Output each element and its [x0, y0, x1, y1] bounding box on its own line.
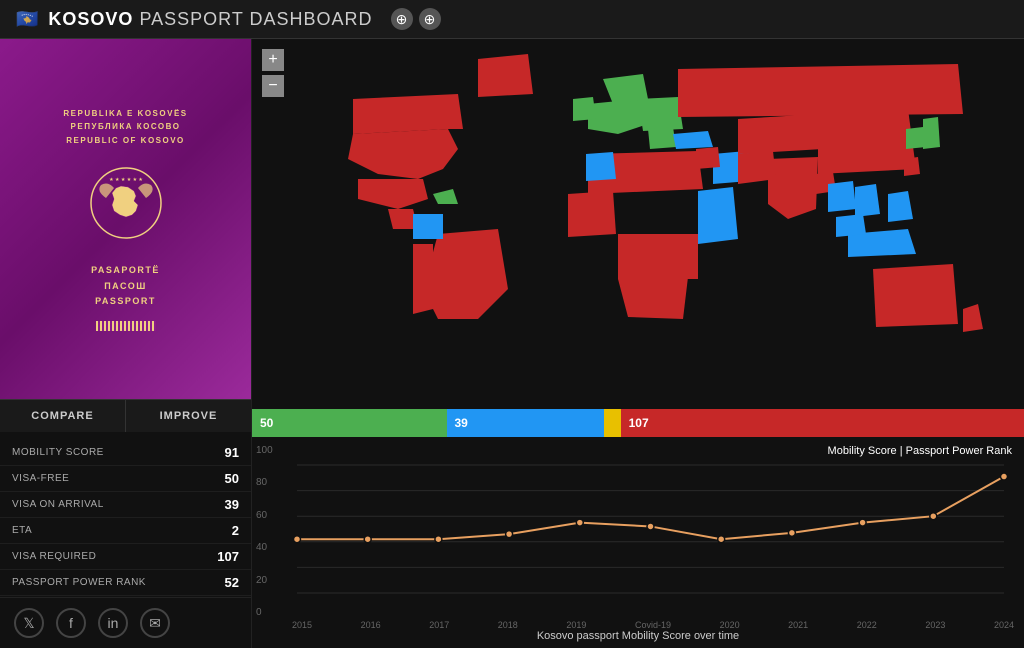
chart-bottom-label: Kosovo passport Mobility Score over time — [537, 630, 739, 642]
twitter-icon[interactable]: 𝕏 — [14, 608, 44, 638]
stat-row: VISA-FREE 50 — [0, 466, 251, 492]
x-label: 2018 — [498, 620, 518, 630]
right-panel: + − — [252, 39, 1024, 648]
x-label: 2023 — [925, 620, 945, 630]
bar-visa-free: 50 — [252, 409, 447, 437]
chart-title-sub: Passport Power Rank — [906, 445, 1012, 457]
bar-visa-on-arrival: 39 — [447, 409, 604, 437]
page-title: KOSOVO PASSPORT DASHBOARD — [48, 9, 372, 30]
main-layout: REPUBLIKA E KOSOVËS РЕПУБЛИКА КОСОВО REP… — [0, 39, 1024, 648]
flag-icon: 🇽🇰 — [16, 9, 38, 30]
map-svg — [252, 39, 1024, 409]
bar-on-arrival-label: 39 — [455, 416, 468, 430]
zoom-in-button[interactable]: + — [262, 49, 284, 71]
facebook-icon[interactable]: f — [56, 608, 86, 638]
x-label: 2015 — [292, 620, 312, 630]
stat-value: 50 — [225, 471, 239, 486]
email-icon[interactable]: ✉ — [140, 608, 170, 638]
stat-row: VISA REQUIRED 107 — [0, 544, 251, 570]
country-name: KOSOVO — [48, 9, 133, 29]
stat-value: 2 — [232, 523, 239, 538]
x-label: 2019 — [566, 620, 586, 630]
y-label: 20 — [256, 575, 273, 586]
x-label: 2024 — [994, 620, 1014, 630]
svg-text:★ ★ ★ ★ ★ ★: ★ ★ ★ ★ ★ ★ — [109, 177, 143, 183]
passport-emblem: ★ ★ ★ ★ ★ ★ — [86, 163, 166, 243]
title-rest: PASSPORT DASHBOARD — [139, 9, 372, 29]
y-label: 80 — [256, 477, 273, 488]
passport-footer-text: PASAPORTË ПАСОШ PASSPORT — [91, 263, 160, 309]
chart-area: Mobility Score | Passport Power Rank 100… — [252, 437, 1024, 648]
stat-row: PASSPORT POWER RANK 52 — [0, 570, 251, 596]
chart-legend: Mobility Score | Passport Power Rank — [828, 445, 1012, 457]
access-bar: 50 39 107 — [252, 409, 1024, 437]
stat-row: MOBILITY SCORE 91 — [0, 440, 251, 466]
stat-value: 107 — [217, 549, 239, 564]
x-label: 2020 — [720, 620, 740, 630]
x-axis: 2015 2016 2017 2018 2019 Covid-19 2020 2021 2022… — [292, 620, 1014, 630]
y-label: 100 — [256, 445, 273, 456]
compare-button[interactable]: COMPARE — [0, 400, 126, 432]
passport-barcode — [96, 321, 156, 331]
header: 🇽🇰 KOSOVO PASSPORT DASHBOARD ⊕ ⊕ — [0, 0, 1024, 39]
stat-label: MOBILITY SCORE — [12, 447, 104, 458]
stat-value: 39 — [225, 497, 239, 512]
x-label: Covid-19 — [635, 620, 671, 630]
stat-value: 52 — [225, 575, 239, 590]
stat-label: VISA ON ARRIVAL — [12, 499, 104, 510]
stat-value: 91 — [225, 445, 239, 460]
stat-label: VISA REQUIRED — [12, 551, 96, 562]
info-button[interactable]: ⊕ — [391, 8, 413, 30]
stats-panel: MOBILITY SCORE 91 VISA-FREE 50 VISA ON A… — [0, 432, 251, 597]
linkedin-icon[interactable]: in — [98, 608, 128, 638]
bar-visa-free-label: 50 — [260, 416, 273, 430]
stat-label: VISA-FREE — [12, 473, 69, 484]
y-label: 0 — [256, 607, 273, 618]
chart-title-main: Mobility Score — [828, 445, 897, 457]
passport-header-text: REPUBLIKA E KOSOVËS РЕПУБЛИКА КОСОВО REP… — [63, 107, 187, 148]
x-label: 2021 — [788, 620, 808, 630]
bar-visa-required: 107 — [621, 409, 1024, 437]
social-links: 𝕏 f in ✉ — [0, 597, 251, 648]
x-label: 2016 — [361, 620, 381, 630]
left-panel: REPUBLIKA E KOSOVËS РЕПУБЛИКА КОСОВО REP… — [0, 39, 252, 648]
world-map: + − — [252, 39, 1024, 409]
zoom-out-button[interactable]: − — [262, 75, 284, 97]
y-axis: 100 80 60 40 20 0 — [256, 445, 273, 618]
improve-button[interactable]: IMPROVE — [126, 400, 251, 432]
stat-row: ETA 2 — [0, 518, 251, 544]
header-buttons: ⊕ ⊕ — [391, 8, 441, 30]
stat-label: PASSPORT POWER RANK — [12, 577, 146, 588]
y-label: 60 — [256, 510, 273, 521]
passport-cover: REPUBLIKA E KOSOVËS РЕПУБЛИКА КОСОВО REP… — [0, 39, 251, 399]
stat-row: VISA ON ARRIVAL 39 — [0, 492, 251, 518]
share-button[interactable]: ⊕ — [419, 8, 441, 30]
compare-improve-bar: COMPARE IMPROVE — [0, 399, 251, 432]
x-label: 2017 — [429, 620, 449, 630]
mobility-line-chart — [292, 445, 1014, 618]
bar-required-label: 107 — [629, 416, 649, 430]
bar-eta — [604, 409, 621, 437]
y-label: 40 — [256, 542, 273, 553]
x-label: 2022 — [857, 620, 877, 630]
stat-label: ETA — [12, 525, 32, 536]
